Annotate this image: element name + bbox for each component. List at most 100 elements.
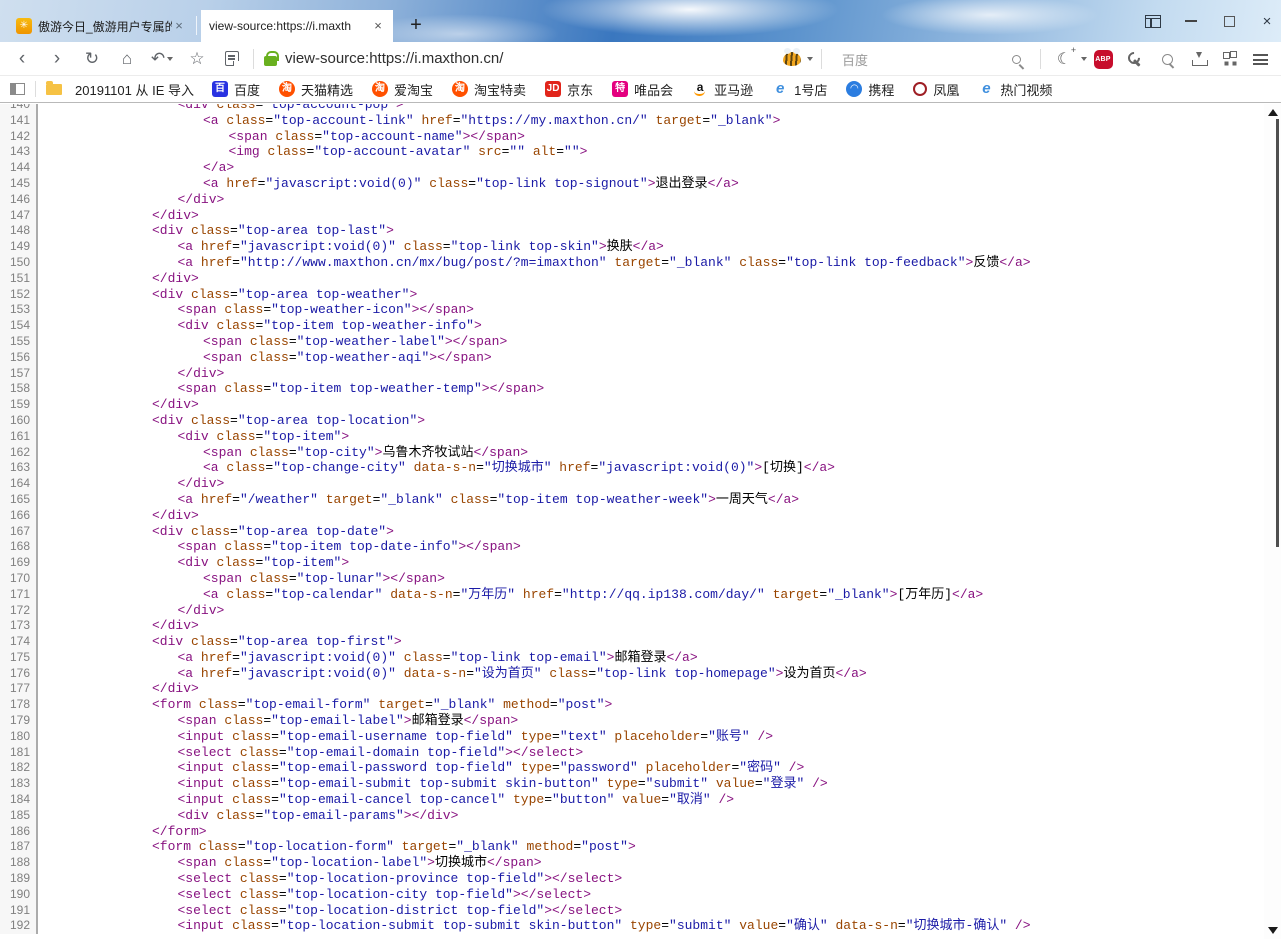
search-engine-button[interactable] (779, 42, 805, 76)
source-line: 161<div class="top-item"> (0, 429, 1264, 445)
jd-icon: JD (545, 81, 561, 97)
source-line: 183<input class="top-email-submit top-su… (0, 776, 1264, 792)
source-line: 147</div> (0, 208, 1264, 224)
source-line: 149<a href="javascript:void(0)" class="t… (0, 239, 1264, 255)
bookmark-yhd-ie[interactable]: e1号店 (772, 80, 827, 99)
search-go-button[interactable] (1000, 42, 1032, 76)
yhd-ie-icon: e (772, 81, 788, 97)
tab-maxthon-today[interactable]: ✳ 傲游今日_傲游用户专属的网 × (8, 10, 194, 42)
source-line: 192<input class="top-location-submit top… (0, 918, 1264, 934)
bookmark-vipshop[interactable]: 特唯品会 (612, 80, 673, 99)
download-icon (1192, 52, 1206, 66)
line-number: 182 (0, 760, 38, 776)
source-line: 176<a href="javascript:void(0)" data-s-n… (0, 666, 1264, 682)
source-code-text: <div class="top-item"> (38, 429, 349, 445)
moon-icon: ☾ (1057, 49, 1071, 69)
line-number: 172 (0, 603, 38, 619)
grid-icon (1223, 52, 1237, 66)
bookmark-label: 热门视频 (1000, 80, 1052, 99)
hot-video-ie-icon: e (978, 81, 994, 97)
snap-note-button[interactable] (219, 46, 245, 72)
dev-tools-button[interactable] (1119, 42, 1151, 76)
panel-layout-button[interactable] (1145, 13, 1161, 29)
bookmark-label: 亚马逊 (714, 80, 753, 99)
sniffer-magnifier-icon (1162, 54, 1173, 65)
source-code-text: <a href="javascript:void(0)" class="top-… (38, 239, 664, 255)
bookmark-jd[interactable]: JD京东 (545, 80, 593, 99)
https-lock-icon[interactable] (264, 56, 277, 66)
search-engine-dropdown-icon[interactable] (807, 57, 813, 61)
search-divider (821, 49, 822, 69)
line-number: 192 (0, 918, 38, 934)
bookmark-taobao[interactable]: 淘爱淘宝 (372, 80, 433, 99)
source-code-text: <select class="top-email-domain top-fiel… (38, 745, 583, 761)
new-tab-button[interactable]: + (404, 14, 428, 38)
close-tab-icon[interactable]: × (371, 19, 385, 33)
bookmark-label: 淘宝特卖 (474, 80, 526, 99)
source-code-text: </div> (38, 508, 199, 524)
source-line: 141<a class="top-account-link" href="htt… (0, 113, 1264, 129)
bookmark-folder-label: 20191101 从 IE 导入 (75, 80, 194, 99)
line-number: 146 (0, 192, 38, 208)
source-line: 185<div class="top-email-params"></div> (0, 808, 1264, 824)
maxthon-today-favicon: ✳ (16, 18, 32, 34)
source-code-text: <span class="top-location-label">切换城市</s… (38, 855, 542, 871)
bookmark-amazon[interactable]: a亚马逊 (692, 80, 753, 99)
line-number: 176 (0, 666, 38, 682)
cloud-decoration (540, 0, 840, 37)
scroll-up-arrow-icon[interactable] (1268, 109, 1278, 116)
source-code-text: </div> (38, 681, 199, 697)
ctrip-icon: ◠ (846, 81, 862, 97)
bookmark-ctrip[interactable]: ◠携程 (846, 80, 894, 99)
line-number: 166 (0, 508, 38, 524)
line-number: 145 (0, 176, 38, 192)
forward-button[interactable]: › (44, 46, 70, 72)
maximize-button[interactable] (1221, 13, 1237, 29)
bookmark-tmall[interactable]: 淘天猫精选 (279, 80, 353, 99)
tab-view-source[interactable]: view-source:https://i.maxth × (201, 10, 393, 42)
source-line: 150<a href="http://www.maxthon.cn/mx/bug… (0, 255, 1264, 271)
bookmark-ifeng[interactable]: 凤凰 (913, 80, 959, 99)
close-tab-icon[interactable]: × (172, 19, 186, 33)
source-line: 159</div> (0, 397, 1264, 413)
bookmark-folder-ie-import[interactable]: 20191101 从 IE 导入 (46, 80, 194, 99)
sidebar-toggle-icon[interactable] (10, 83, 25, 95)
source-code-text: <form class="top-email-form" target="_bl… (38, 697, 612, 713)
main-menu-button[interactable] (1245, 42, 1275, 76)
bookmark-items: 百百度淘天猫精选淘爱淘宝淘淘宝特卖JD京东特唯品会a亚马逊e1号店◠携程凤凰e热… (212, 80, 1052, 99)
address-url[interactable]: view-source:https://i.maxthon.cn/ (285, 50, 503, 67)
line-number: 164 (0, 476, 38, 492)
close-window-button[interactable]: × (1259, 13, 1275, 29)
bookmark-taobao-sale[interactable]: 淘淘宝特卖 (452, 80, 526, 99)
bookmark-baidu[interactable]: 百百度 (212, 80, 260, 99)
adblock-button[interactable]: ABP (1087, 42, 1119, 76)
source-line: 169<div class="top-item"> (0, 555, 1264, 571)
scrollbar-thumb[interactable] (1276, 119, 1279, 547)
line-number: 178 (0, 697, 38, 713)
panel-layout-icon (1145, 15, 1161, 28)
source-line: 189<select class="top-location-province … (0, 871, 1264, 887)
night-mode-button[interactable]: ☾ (1049, 42, 1079, 76)
search-input[interactable]: 百度 (842, 50, 1000, 69)
bookmark-hot-video-ie[interactable]: e 热门视频 (978, 80, 1052, 99)
source-line: 148<div class="top-area top-last"> (0, 223, 1264, 239)
source-line: 151</div> (0, 271, 1264, 287)
downloads-button[interactable] (1183, 42, 1215, 76)
minimize-button[interactable] (1183, 13, 1199, 29)
bookmarks-bar: 20191101 从 IE 导入 百百度淘天猫精选淘爱淘宝淘淘宝特卖 JD京东特唯… (0, 76, 1281, 103)
source-code-text: <span class="top-account-name"></span> (38, 129, 525, 145)
source-code-text: <div class="top-area top-location"> (38, 413, 425, 429)
reload-button[interactable]: ↻ (79, 46, 105, 72)
amazon-smile-icon (694, 91, 705, 96)
home-button[interactable]: ⌂ (114, 46, 140, 72)
favorites-star-button[interactable]: ☆ (184, 46, 210, 72)
extensions-button[interactable] (1215, 42, 1245, 76)
resource-sniffer-button[interactable] (1151, 42, 1183, 76)
source-line: 168<span class="top-item top-date-info">… (0, 539, 1264, 555)
vertical-scrollbar[interactable] (1264, 104, 1281, 939)
undo-closed-tab-button[interactable]: ↶ (149, 46, 175, 72)
back-button[interactable]: ‹ (9, 46, 35, 72)
source-code-text: <img class="top-account-avatar" src="" a… (38, 144, 587, 160)
scroll-down-arrow-icon[interactable] (1268, 927, 1278, 934)
line-number: 185 (0, 808, 38, 824)
